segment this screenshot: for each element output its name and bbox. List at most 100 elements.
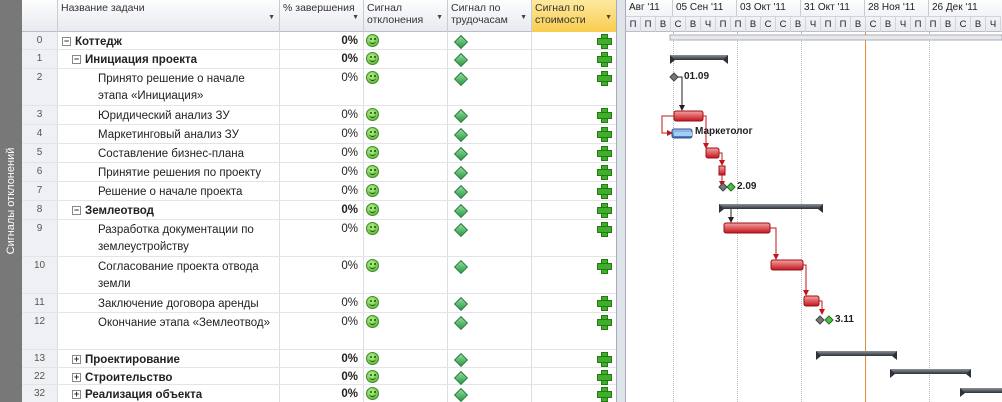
cost-signal-cell [532,294,616,312]
row-id[interactable]: 22 [22,368,58,384]
task-name[interactable]: Маркетинговый анализ ЗУ [58,125,280,143]
percent-complete[interactable]: 0% [280,201,364,219]
row-id[interactable]: 32 [22,385,58,402]
collapse-icon[interactable]: − [72,206,81,215]
row-id[interactable]: 7 [22,182,58,200]
task-name[interactable]: + Проектирование [58,350,280,367]
col-header-name[interactable]: Название задачи ▼ [58,0,280,32]
task-name[interactable]: − Землеотвод [58,201,280,219]
col-header-pct[interactable]: % завершения ▼ [280,0,364,32]
percent-complete[interactable]: 0% [280,385,364,402]
expand-icon[interactable]: + [72,355,81,364]
col-header-variance-signal[interactable]: Сигнал отклонения ▼ [364,0,448,32]
task-row[interactable]: 6 Принятие решения по проекту 0% [22,163,616,182]
green-plus-icon [597,52,612,67]
task-name[interactable]: Заключение договора аренды [58,294,280,312]
link-arrow [678,76,685,111]
green-diamond-icon [453,370,469,386]
task-name[interactable]: Окончание этапа «Землеотвод» [58,313,280,349]
percent-complete[interactable]: 0% [280,294,364,312]
task-row[interactable]: 1 − Инициация проекта 0% [22,50,616,69]
col-header-work-signal[interactable]: Сигнал по трудочасам ▼ [448,0,532,32]
smiley-icon [366,259,379,272]
task-row[interactable]: 5 Составление бизнес-плана 0% [22,144,616,163]
smiley-icon [366,71,379,84]
task-row[interactable]: 3 Юридический анализ ЗУ 0% [22,106,616,125]
task-row[interactable]: 7 Решение о начале проекта 0% [22,182,616,201]
task-name[interactable]: − Коттедж [58,32,280,49]
percent-complete[interactable]: 0% [280,220,364,256]
filter-arrow-icon[interactable]: ▼ [605,12,612,24]
work-signal-cell [448,220,532,256]
task-name[interactable]: Принятие решения по проекту [58,163,280,181]
percent-complete[interactable]: 0% [280,144,364,162]
task-name[interactable]: Разработка документации по землеустройст… [58,220,280,256]
percent-complete[interactable]: 0% [280,257,364,293]
row-id[interactable]: 5 [22,144,58,162]
task-row[interactable]: 10 Согласование проекта отвода земли 0% [22,257,616,294]
filter-arrow-icon[interactable]: ▼ [268,12,275,24]
task-row[interactable]: 32 + Реализация объекта 0% [22,385,616,402]
filter-arrow-icon[interactable]: ▼ [436,12,443,24]
task-row[interactable]: 13 + Проектирование 0% [22,350,616,368]
percent-complete[interactable]: 0% [280,350,364,367]
task-name[interactable]: − Инициация проекта [58,50,280,68]
percent-complete[interactable]: 0% [280,368,364,384]
percent-complete[interactable]: 0% [280,32,364,49]
collapse-icon[interactable]: − [62,37,71,46]
row-id[interactable]: 2 [22,69,58,105]
task-row[interactable]: 12 Окончание этапа «Землеотвод» 0% [22,313,616,350]
variance-signal-cell [364,50,448,68]
percent-complete[interactable]: 0% [280,163,364,181]
task-row[interactable]: 11 Заключение договора аренды 0% [22,294,616,313]
task-name[interactable]: Решение о начале проекта [58,182,280,200]
green-diamond-icon [453,203,469,219]
row-id[interactable]: 11 [22,294,58,312]
task-row[interactable]: 22 + Строительство 0% [22,368,616,386]
row-id[interactable]: 0 [22,32,58,49]
expand-icon[interactable]: + [72,390,81,399]
percent-complete[interactable]: 0% [280,106,364,124]
task-row[interactable]: 8 − Землеотвод 0% [22,201,616,220]
row-id[interactable]: 4 [22,125,58,143]
col-header-cost-signal[interactable]: Сигнал по стоимости ▼ [532,0,616,32]
percent-complete[interactable]: 0% [280,313,364,349]
row-id[interactable]: 6 [22,163,58,181]
green-diamond-icon [453,387,469,402]
percent-complete[interactable]: 0% [280,69,364,105]
row-id[interactable]: 13 [22,350,58,367]
gantt-chart[interactable]: Авг '11 05 Сен '11 03 Окт '11 31 Окт '11… [626,0,1002,402]
variance-signal-cell [364,201,448,219]
task-name[interactable]: Принято решение о начале этапа «Инициаци… [58,69,280,105]
task-name[interactable]: Составление бизнес-плана [58,144,280,162]
task-row[interactable]: 9 Разработка документации по землеустрой… [22,220,616,257]
green-diamond-icon [453,146,469,162]
view-bar[interactable]: Сигналы отклонений [0,0,22,402]
row-id[interactable]: 12 [22,313,58,349]
pane-splitter[interactable] [616,0,626,402]
task-name[interactable]: Юридический анализ ЗУ [58,106,280,124]
filter-arrow-icon[interactable]: ▼ [520,12,527,24]
row-id[interactable]: 8 [22,201,58,219]
percent-complete[interactable]: 0% [280,50,364,68]
filter-arrow-icon[interactable]: ▼ [352,12,359,24]
row-id[interactable]: 9 [22,220,58,256]
task-row[interactable]: 4 Маркетинговый анализ ЗУ 0% [22,125,616,144]
gantt-bars[interactable] [626,0,1002,402]
task-row[interactable]: 2 Принято решение о начале этапа «Инициа… [22,69,616,106]
percent-complete[interactable]: 0% [280,182,364,200]
task-name[interactable]: + Реализация объекта [58,385,280,402]
task-row[interactable]: 0 − Коттедж 0% [22,32,616,50]
percent-complete[interactable]: 0% [280,125,364,143]
task-name[interactable]: Согласование проекта отвода земли [58,257,280,293]
expand-icon[interactable]: + [72,373,81,382]
task-bar-critical [803,295,820,307]
select-all-corner[interactable] [22,0,58,32]
task-name[interactable]: + Строительство [58,368,280,384]
collapse-icon[interactable]: − [72,55,81,64]
row-id[interactable]: 3 [22,106,58,124]
row-id[interactable]: 1 [22,50,58,68]
cost-signal-cell [532,144,616,162]
row-id[interactable]: 10 [22,257,58,293]
resource-label: Маркетолог [695,126,753,137]
